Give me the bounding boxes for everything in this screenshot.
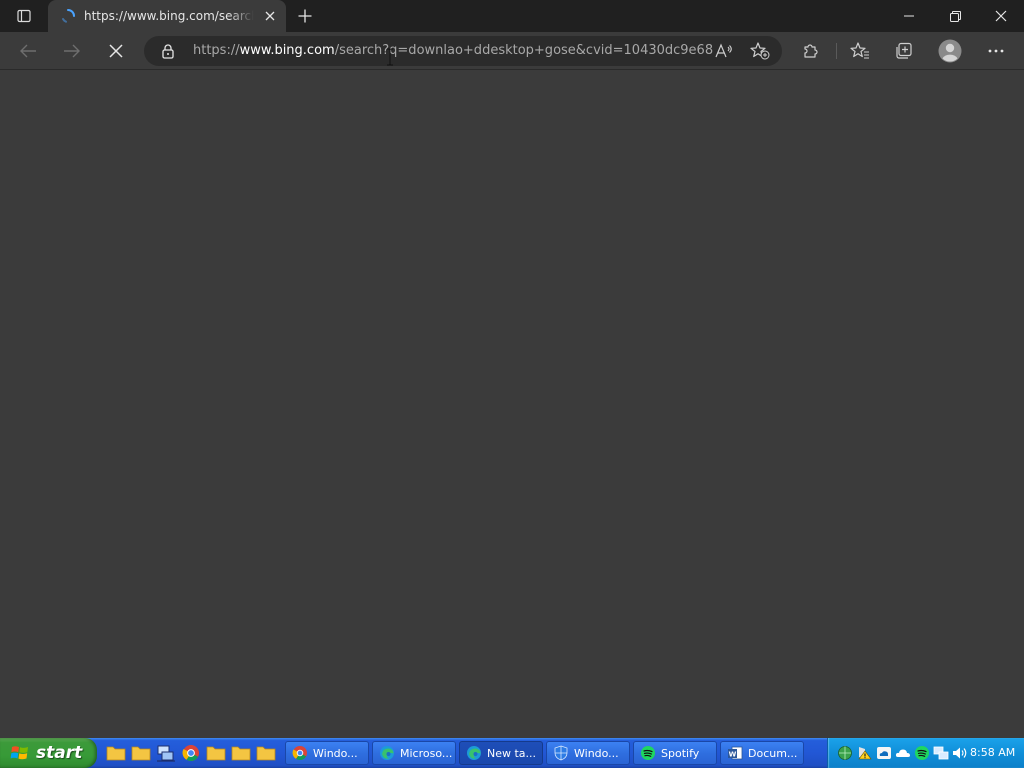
system-tray: 8:58 AM xyxy=(827,738,1024,768)
chrome-icon[interactable] xyxy=(181,744,201,762)
windows-flag-icon xyxy=(10,746,28,760)
address-url[interactable]: https://www.bing.com/search?q=downlao+dd… xyxy=(193,43,713,59)
close-icon xyxy=(995,10,1007,22)
minimize-button[interactable] xyxy=(886,0,932,32)
favorites-icon xyxy=(850,42,869,59)
taskbar-button-microsoft-edge[interactable]: Microso... xyxy=(372,741,456,765)
tab-close-button[interactable] xyxy=(260,6,280,26)
taskbar-button-windows-security[interactable]: Windo... xyxy=(546,741,630,765)
folder-icon[interactable] xyxy=(106,744,126,762)
folder-icon[interactable] xyxy=(131,744,151,762)
tab-actions-button[interactable] xyxy=(6,4,42,28)
tab-actions-icon xyxy=(17,9,31,23)
extensions-button[interactable] xyxy=(795,35,827,67)
arrow-left-icon xyxy=(20,44,36,58)
favorites-button[interactable] xyxy=(844,35,876,67)
puzzle-icon xyxy=(804,44,818,58)
arrow-right-icon xyxy=(64,44,80,58)
taskbar-button-new-tab[interactable]: New ta... xyxy=(459,741,543,765)
network-globe-icon[interactable] xyxy=(837,745,853,761)
close-icon xyxy=(265,11,275,21)
start-label: start xyxy=(36,743,83,763)
stop-icon xyxy=(109,44,123,58)
collections-button[interactable] xyxy=(888,35,920,67)
edge-icon xyxy=(467,746,481,760)
browser-tab-active[interactable]: https://www.bing.com/search?q=downlao+dd… xyxy=(48,0,286,32)
task-label: New ta... xyxy=(487,746,537,760)
settings-more-button[interactable] xyxy=(980,35,1012,67)
svg-text:W: W xyxy=(729,751,737,759)
taskbar: start Windo... Microso... New ta... Wind… xyxy=(0,738,1024,768)
network-connection-icon[interactable] xyxy=(933,745,949,761)
avatar-icon xyxy=(938,39,962,63)
text-cursor-icon xyxy=(387,48,393,66)
folder-icon[interactable] xyxy=(231,744,251,762)
screen: https://www.bing.com/search?q=downlao+dd… xyxy=(0,0,1024,768)
task-label: Windo... xyxy=(313,746,358,760)
taskbar-clock[interactable]: 8:58 AM xyxy=(970,746,1015,759)
network-computer-icon[interactable] xyxy=(156,744,176,762)
taskbar-button-windows-chrome[interactable]: Windo... xyxy=(285,741,369,765)
folder-icon[interactable] xyxy=(206,744,226,762)
taskbar-button-spotify[interactable]: Spotify xyxy=(633,741,717,765)
tab-strip: https://www.bing.com/search?q=downlao+dd… xyxy=(0,0,1024,32)
star-add-icon xyxy=(750,42,770,60)
edge-icon xyxy=(380,746,394,760)
folder-icon[interactable] xyxy=(256,744,276,762)
new-tab-button[interactable] xyxy=(292,4,318,28)
restore-button[interactable] xyxy=(932,0,978,32)
read-aloud-icon xyxy=(715,43,732,58)
taskbar-button-word-document[interactable]: W Docum... xyxy=(720,741,804,765)
onedrive-icon[interactable] xyxy=(876,745,892,761)
task-label: Microso... xyxy=(400,746,453,760)
read-aloud-button[interactable] xyxy=(713,41,735,61)
spotify-icon[interactable] xyxy=(914,745,930,761)
browser-toolbar: https://www.bing.com/search?q=downlao+dd… xyxy=(0,32,1024,70)
restore-icon xyxy=(949,10,961,22)
lock-icon[interactable] xyxy=(160,43,176,59)
address-bar[interactable]: https://www.bing.com/search?q=downlao+dd… xyxy=(144,36,782,66)
start-button[interactable]: start xyxy=(0,738,97,768)
forward-button[interactable] xyxy=(56,35,88,67)
page-content-area xyxy=(0,71,1024,738)
spotify-icon xyxy=(641,746,655,760)
collections-icon xyxy=(896,42,912,59)
chrome-icon xyxy=(292,746,307,761)
task-label: Docum... xyxy=(748,746,798,760)
shield-icon xyxy=(554,745,568,761)
profile-button[interactable] xyxy=(934,35,966,67)
word-icon: W xyxy=(728,746,743,760)
loading-spinner-icon xyxy=(62,9,75,23)
plus-icon xyxy=(298,9,312,23)
more-dots-icon xyxy=(988,49,1004,53)
tab-title: https://www.bing.com/search?q=downlao+dd… xyxy=(84,9,254,23)
close-window-button[interactable] xyxy=(978,0,1024,32)
add-favorite-button[interactable] xyxy=(749,41,771,61)
security-warning-icon[interactable] xyxy=(857,745,873,761)
volume-icon[interactable] xyxy=(952,745,968,761)
task-label: Spotify xyxy=(661,746,700,760)
minimize-icon xyxy=(904,15,914,17)
url-host: www.bing.com xyxy=(239,43,335,58)
task-label: Windo... xyxy=(574,746,619,760)
back-button[interactable] xyxy=(12,35,44,67)
stop-loading-button[interactable] xyxy=(100,35,132,67)
toolbar-divider xyxy=(836,43,837,59)
url-scheme: https:// xyxy=(193,43,240,58)
cloud-icon[interactable] xyxy=(895,745,911,761)
